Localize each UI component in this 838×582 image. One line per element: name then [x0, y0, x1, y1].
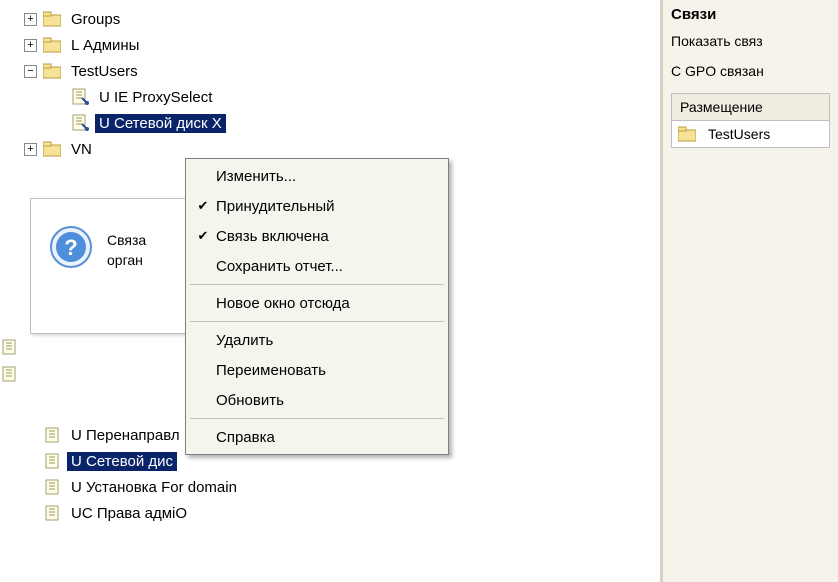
menu-delete[interactable]: Удалить — [188, 325, 446, 355]
tree-view[interactable]: + Groups + L Админы − — [0, 6, 660, 162]
expand-icon[interactable]: + — [24, 143, 37, 156]
gpo-icon — [43, 426, 61, 444]
right-show-links: Показать связ — [671, 33, 830, 49]
tree-label: TestUsers — [67, 62, 142, 81]
expand-icon[interactable]: + — [24, 39, 37, 52]
gpo-icon — [43, 452, 61, 470]
gpo-icon — [0, 365, 18, 383]
help-icon: ? — [49, 225, 93, 269]
menu-refresh[interactable]: Обновить — [188, 385, 446, 415]
tree-label-selected: U Сетевой диск X — [95, 114, 226, 133]
tree-item-uc-rights[interactable]: UC Права адмiO — [0, 500, 241, 526]
tree-label: U Перенаправл — [67, 426, 184, 445]
tree-item-install-domain[interactable]: U Установка For domain — [0, 474, 241, 500]
menu-rename[interactable]: Переименовать — [188, 355, 446, 385]
menu-help[interactable]: Справка — [188, 422, 446, 452]
folder-icon — [43, 63, 61, 79]
folder-icon — [43, 141, 61, 157]
grid-header-location[interactable]: Размещение — [672, 94, 829, 121]
tree-label: VN — [67, 140, 96, 159]
pane-gpo-icons — [0, 338, 22, 382]
collapse-icon[interactable]: − — [24, 65, 37, 78]
menu-separator — [190, 284, 444, 285]
menu-separator — [190, 321, 444, 322]
menu-save-report[interactable]: Сохранить отчет... — [188, 251, 446, 281]
tree-label: U Установка For domain — [67, 478, 241, 497]
grid-cell: TestUsers — [708, 126, 770, 142]
tree-item-network-disk[interactable]: U Сетевой диск X — [0, 110, 660, 136]
menu-link-enabled[interactable]: ✔Связь включена — [188, 221, 446, 251]
menu-separator — [190, 418, 444, 419]
menu-enforced[interactable]: ✔Принудительный — [188, 191, 446, 221]
info-text: Связа орган — [107, 225, 146, 270]
folder-icon — [43, 37, 61, 53]
tree-label: L Админы — [67, 36, 143, 55]
check-icon: ✔ — [194, 198, 212, 214]
tree-label: U IE ProxySelect — [95, 88, 216, 107]
svg-text:?: ? — [64, 235, 77, 260]
info-line2: орган — [107, 251, 146, 271]
folder-icon — [43, 11, 61, 27]
gpo-icon — [0, 338, 18, 356]
tree-label: UC Права адмiO — [67, 504, 191, 523]
menu-new-window[interactable]: Новое окно отсюда — [188, 288, 446, 318]
check-icon: ✔ — [194, 228, 212, 244]
expand-icon[interactable]: + — [24, 13, 37, 26]
gpo-link-icon — [71, 114, 89, 132]
context-menu[interactable]: Изменить... ✔Принудительный ✔Связь включ… — [185, 158, 449, 455]
tree-item-l-admins[interactable]: + L Админы — [0, 32, 660, 58]
tree-label-selected: U Сетевой дис — [67, 452, 177, 471]
tree-item-proxyselect[interactable]: U IE ProxySelect — [0, 84, 660, 110]
right-gpo-links: С GPO связан — [671, 63, 830, 79]
folder-icon — [678, 126, 696, 142]
tree-label: Groups — [67, 10, 124, 29]
menu-edit[interactable]: Изменить... — [188, 161, 446, 191]
info-line1: Связа — [107, 231, 146, 251]
right-pane: Связи Показать связ С GPO связан Размеще… — [660, 0, 838, 582]
tree-item-testusers[interactable]: − TestUsers — [0, 58, 660, 84]
gpo-link-icon — [71, 88, 89, 106]
links-grid[interactable]: Размещение TestUsers — [671, 93, 830, 148]
gpo-icon — [43, 504, 61, 522]
tree-item-groups[interactable]: + Groups — [0, 6, 660, 32]
right-title: Связи — [671, 6, 830, 23]
gpo-icon — [43, 478, 61, 496]
grid-row[interactable]: TestUsers — [672, 121, 829, 147]
